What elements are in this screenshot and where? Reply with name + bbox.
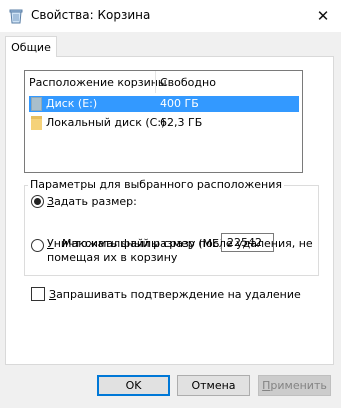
confirm-delete-label[interactable]: Запрашивать подтверждение на удаление [49, 288, 301, 301]
tab-general[interactable]: Общие [5, 36, 57, 57]
custom-size-radio[interactable] [31, 195, 44, 208]
custom-size-label[interactable]: Задать размер: [47, 195, 137, 208]
apply-button[interactable]: Применить [258, 375, 331, 396]
free-space: 400 ГБ [160, 97, 199, 110]
delete-immediately-label[interactable]: Уничтожать файлы сразу после удаления, н… [47, 237, 313, 250]
confirm-delete-checkbox[interactable] [31, 287, 45, 301]
folder-icon [31, 116, 42, 130]
column-divider [155, 71, 156, 93]
close-button[interactable]: ✕ [305, 0, 341, 32]
list-item-drive-c[interactable]: Локальный диск (C:) 62,3 ГБ [29, 115, 299, 131]
settings-group-label: Параметры для выбранного расположения [28, 178, 285, 191]
ok-button[interactable]: OK [97, 375, 170, 396]
drive-icon [31, 97, 42, 111]
list-item-drive-e[interactable]: Диск (E:) 400 ГБ [29, 96, 299, 112]
title-bar: Свойства: Корзина ✕ [0, 0, 341, 32]
free-space: 62,3 ГБ [160, 116, 203, 129]
location-name: Локальный диск (C:) [46, 116, 166, 129]
delete-immediately-radio[interactable] [31, 239, 44, 252]
tab-label: Общие [11, 40, 51, 54]
column-header-free[interactable]: Свободно [160, 76, 216, 89]
delete-immediately-label-line2: помещая их в корзину [47, 251, 178, 264]
cancel-button[interactable]: Отмена [177, 375, 250, 396]
radio-selected-dot [34, 198, 41, 205]
list-header: Расположение корзины Свободно [25, 71, 302, 93]
locations-list[interactable]: Расположение корзины Свободно Диск (E:) … [24, 70, 303, 173]
close-icon: ✕ [316, 7, 330, 25]
location-name: Диск (E:) [46, 97, 98, 110]
column-header-location[interactable]: Расположение корзины [29, 76, 167, 89]
recycle-bin-icon [9, 9, 23, 24]
window-title: Свойства: Корзина [31, 8, 151, 22]
